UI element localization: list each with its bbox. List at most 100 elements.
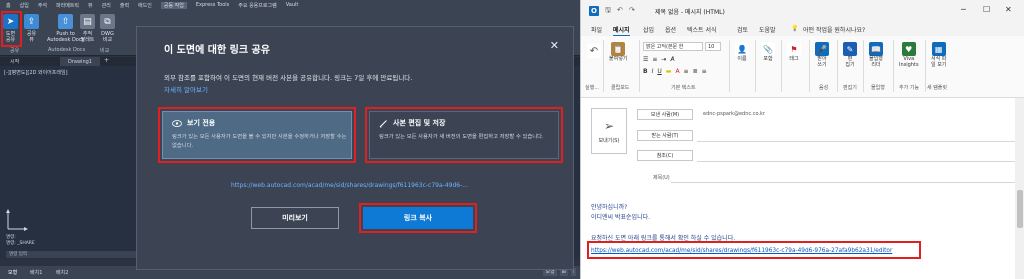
scrollbar-thumb[interactable] bbox=[1017, 190, 1023, 228]
from-button[interactable]: 보낸 사람(M) bbox=[637, 109, 693, 120]
highlight-view-only bbox=[158, 107, 356, 163]
align-center-icon[interactable]: ≣ bbox=[693, 68, 698, 75]
bold-icon[interactable]: B bbox=[643, 68, 648, 75]
status-tab-layout1[interactable]: 배치1 bbox=[30, 269, 42, 276]
tab-options[interactable]: 옵션 bbox=[665, 25, 676, 34]
subject-field[interactable] bbox=[671, 182, 1015, 183]
menu-tab-view[interactable]: 뷰 bbox=[88, 2, 93, 9]
font-size-select[interactable]: 10 bbox=[705, 42, 721, 51]
menu-tab-home[interactable]: 홈 bbox=[6, 2, 11, 9]
menu-tab-vault[interactable]: Vault bbox=[286, 2, 299, 8]
italic-icon[interactable]: I bbox=[652, 68, 654, 75]
menu-tab-featured-apps[interactable]: 주요 응용프로그램 bbox=[238, 2, 276, 9]
maximize-icon[interactable]: ☐ bbox=[983, 5, 990, 14]
outlook-titlebar: O 🖫 ↶ ↷ 제목 없음 - 메시지 (HTML) ─ ☐ ✕ bbox=[581, 0, 1024, 22]
share-view-label: 공유 뷰 bbox=[26, 31, 37, 43]
templates-button[interactable]: ▦ 서식 파 일 보기 bbox=[931, 42, 946, 68]
tab-review[interactable]: 검토 bbox=[737, 25, 748, 34]
undo-large-icon: ↶ bbox=[587, 44, 601, 58]
menu-tab-collaborate[interactable]: 공동 작업 bbox=[160, 1, 187, 9]
include-button[interactable]: 📎 포함 bbox=[761, 42, 775, 62]
vertical-scrollbar[interactable] bbox=[1015, 98, 1024, 279]
numbering-icon[interactable]: ≡ bbox=[652, 56, 657, 63]
learn-more-link[interactable]: 자세히 알아보기 bbox=[164, 84, 208, 94]
viva-label: Viva Insights bbox=[899, 56, 919, 68]
menu-tab-parametric[interactable]: 파라메트릭 bbox=[56, 2, 79, 9]
voice-group-label: 음성 bbox=[819, 85, 829, 91]
save-icon[interactable]: 🖫 bbox=[605, 6, 611, 17]
send-button[interactable]: ➢ 보내기(S) bbox=[591, 108, 627, 154]
push-to-docs-button[interactable]: ⇧ Push to Autodesk Docs bbox=[47, 14, 84, 43]
window-title: 제목 없음 - 메시지 (HTML) bbox=[655, 9, 725, 16]
outlook-logo-icon: O bbox=[589, 6, 599, 16]
highlight-color-icon[interactable]: ▬ bbox=[666, 68, 672, 75]
book-icon: 📖 bbox=[869, 42, 883, 56]
paste-button[interactable]: 📋 붙여넣기 bbox=[609, 42, 627, 62]
basic-text-group-label: 기본 텍스트 bbox=[671, 85, 696, 91]
microphone-icon: 🎤 bbox=[815, 42, 829, 56]
body-line-2[interactable]: 이디엔씨 박표순입니다. bbox=[591, 212, 650, 221]
clear-format-icon[interactable]: A̸ bbox=[670, 56, 674, 63]
indent-icon[interactable]: ⇥ bbox=[661, 56, 666, 63]
address-book-icon: 👤 bbox=[735, 42, 749, 56]
to-button[interactable]: 받는 사람(T) bbox=[637, 130, 693, 141]
names-button[interactable]: 👤 이름 bbox=[735, 42, 749, 62]
outlook-menu-tabs: 파일 메시지 삽입 옵션 텍스트 서식 검토 도움말 💡 어떤 작업을 원하시나… bbox=[581, 22, 1024, 37]
ribbon-separator bbox=[863, 40, 864, 92]
tell-me-search[interactable]: 어떤 작업을 원하시나요? bbox=[803, 25, 865, 34]
editor-button[interactable]: ✎ 편 집기 bbox=[843, 42, 857, 68]
file-tab-drawing1[interactable]: Drawing1 bbox=[60, 57, 100, 66]
to-field[interactable] bbox=[697, 141, 1015, 142]
menu-tab-manage[interactable]: 관리 bbox=[102, 2, 111, 9]
tab-insert[interactable]: 삽입 bbox=[643, 25, 654, 34]
share-link-url[interactable]: https://web.autocad.com/acad/me/sid/shar… bbox=[231, 182, 468, 189]
undo-button[interactable]: ↶ bbox=[587, 44, 601, 58]
dictate-button[interactable]: 🎤 받아 쓰기 bbox=[815, 42, 829, 68]
highlight-share-drawing bbox=[1, 11, 22, 47]
font-color-icon[interactable]: A bbox=[675, 68, 679, 75]
tags-button[interactable]: ⚑ 태그 bbox=[787, 42, 801, 62]
minimize-icon[interactable]: ─ bbox=[961, 5, 966, 14]
menu-tab-annotate[interactable]: 주석 bbox=[38, 2, 47, 9]
close-window-icon[interactable]: ✕ bbox=[1005, 5, 1012, 14]
panel-label-docs: Autodesk Docs bbox=[48, 47, 86, 53]
bullets-icon[interactable]: ☰ bbox=[643, 56, 648, 63]
tab-help[interactable]: 도움말 bbox=[759, 25, 776, 34]
ribbon-separator bbox=[809, 40, 810, 92]
highlight-body-link bbox=[587, 241, 921, 259]
underline-icon[interactable]: U bbox=[657, 68, 661, 75]
immersive-reader-button[interactable]: 📖 몰입형 리더 bbox=[869, 42, 883, 68]
share-view-button[interactable]: ⇪ 공유 뷰 bbox=[24, 14, 39, 43]
viva-insights-button[interactable]: ♥ Viva Insights bbox=[899, 42, 919, 68]
menu-tab-output[interactable]: 출력 bbox=[120, 2, 129, 9]
preview-button[interactable]: 미리보기 bbox=[251, 207, 339, 229]
status-tab-layout2[interactable]: 배치2 bbox=[56, 269, 68, 276]
tab-format-text[interactable]: 텍스트 서식 bbox=[687, 25, 717, 34]
include-label: 포함 bbox=[763, 56, 773, 62]
cc-field[interactable] bbox=[697, 161, 1015, 162]
paperclip-icon: 📎 bbox=[761, 42, 775, 56]
file-tab-start[interactable]: 시작 bbox=[2, 57, 27, 66]
align-right-icon[interactable]: ≡ bbox=[702, 68, 707, 75]
menu-tab-addins[interactable]: 애드인 bbox=[138, 2, 152, 9]
body-line-1[interactable]: 안녕하십니까? bbox=[591, 202, 627, 211]
highlight-copy-link bbox=[359, 203, 477, 233]
menu-tab-insert[interactable]: 삽입 bbox=[20, 2, 29, 9]
dialog-description: 외부 참조를 포함하여 이 도면의 현재 버전 사본을 공유합니다. 링크는 7… bbox=[164, 74, 413, 82]
trace-palette-button[interactable]: ▤ 추적 팔레트 bbox=[80, 14, 95, 43]
align-left-icon[interactable]: ≡ bbox=[684, 68, 689, 75]
share-link-dialog: 이 도면에 대한 링크 공유 ✕ 외부 참조를 포함하여 이 도면의 현재 버전… bbox=[136, 26, 574, 270]
dwg-compare-button[interactable]: ⧉ DWG 비교 bbox=[100, 14, 115, 43]
redo-icon[interactable]: ↷ bbox=[629, 6, 635, 14]
font-name-select[interactable]: 맑은 고딕(본문 한 bbox=[643, 42, 703, 51]
close-icon[interactable]: ✕ bbox=[550, 39, 559, 52]
undo-icon[interactable]: ↶ bbox=[617, 6, 623, 14]
new-tab-icon[interactable]: + bbox=[104, 57, 109, 64]
menu-tab-express[interactable]: Express Tools bbox=[196, 2, 229, 8]
tags-label: 태그 bbox=[789, 56, 799, 62]
ucs-axis-icon bbox=[6, 209, 28, 231]
tab-file[interactable]: 파일 bbox=[591, 25, 602, 34]
viewport-controls[interactable]: [-][평면도][2D 와이어프레임] bbox=[4, 69, 68, 76]
cc-button[interactable]: 참조(C) bbox=[637, 150, 693, 161]
status-tab-model[interactable]: 모형 bbox=[8, 269, 17, 276]
